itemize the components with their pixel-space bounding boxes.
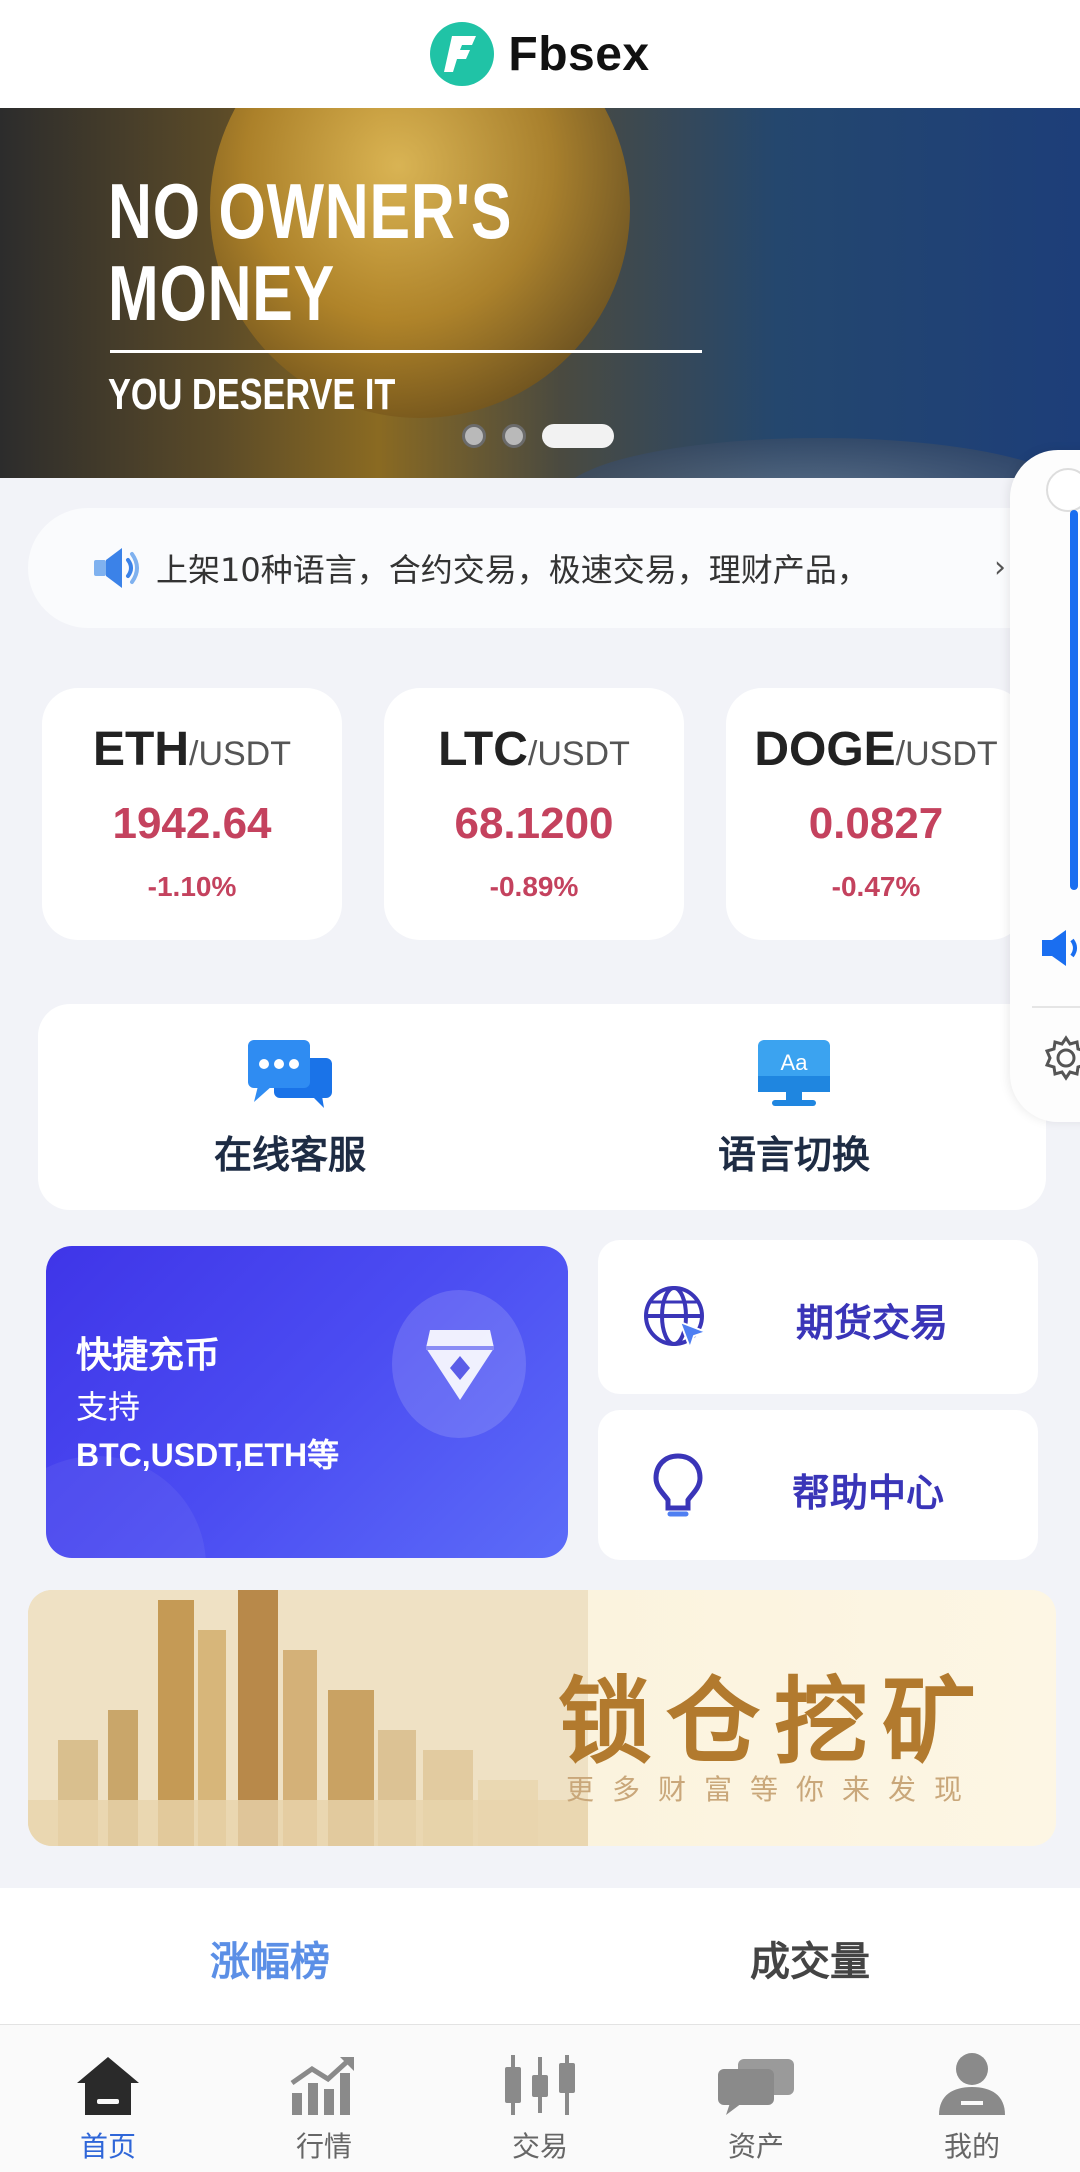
tab-volume[interactable]: 成交量 xyxy=(540,1888,1080,2028)
banner-divider xyxy=(110,350,702,353)
brand-name: Fbsex xyxy=(508,27,650,81)
gear-icon[interactable] xyxy=(1042,1034,1080,1082)
nav-profile-label: 我的 xyxy=(943,2130,1000,2163)
ranking-tabs: 涨幅榜 成交量 xyxy=(0,1888,1080,2028)
ticker-card-doge[interactable]: DOGE/USDT 0.0827 -0.47% xyxy=(726,688,1026,940)
language-switch-label: 语言切换 xyxy=(717,1133,870,1177)
mining-subtitle: 更多财富等你来发现 xyxy=(566,1773,981,1806)
volume-icon[interactable] xyxy=(1040,926,1080,970)
nav-trade-label: 交易 xyxy=(511,2130,568,2163)
nav-trade[interactable]: 交易 xyxy=(432,2025,648,2172)
lockup-mining-banner[interactable]: 锁仓挖矿 更多财富等你来发现 xyxy=(28,1590,1056,1846)
chevron-right-icon[interactable]: › xyxy=(994,550,1006,585)
candlestick-icon xyxy=(505,2055,575,2115)
carousel-dot-3[interactable] xyxy=(542,424,614,448)
help-center-label: 帮助中心 xyxy=(792,1471,945,1515)
home-page: Fbsex NO OWNER'S MONEY YOU DESERVE IT 上架… xyxy=(0,0,1080,2172)
promo-banner[interactable]: NO OWNER'S MONEY YOU DESERVE IT xyxy=(0,108,1080,478)
quick-deposit-card[interactable]: 快捷充币 支持 BTC,USDT,ETH等 xyxy=(46,1246,568,1558)
ticker-change: -0.89% xyxy=(489,871,579,902)
online-support-label: 在线客服 xyxy=(213,1133,366,1177)
ticker-base: DOGE xyxy=(754,723,896,776)
chat-bubble-icon xyxy=(248,1040,332,1108)
volume-slider-handle[interactable] xyxy=(1046,468,1080,512)
nav-market-label: 行情 xyxy=(295,2130,352,2163)
help-center-button[interactable]: 帮助中心 xyxy=(598,1410,1038,1560)
ticker-base: LTC xyxy=(438,723,528,776)
brand-logo-icon xyxy=(430,22,495,86)
nav-home-label: 首页 xyxy=(79,2130,136,2163)
speaker-icon xyxy=(94,548,139,588)
lightbulb-icon xyxy=(653,1453,703,1517)
ticker-card-ltc[interactable]: LTC/USDT 68.1200 -0.89% xyxy=(384,688,684,940)
ticker-price: 68.1200 xyxy=(454,799,614,848)
nav-assets[interactable]: 资产 xyxy=(648,2025,864,2172)
banner-subtitle: YOU DESERVE IT xyxy=(108,370,396,419)
nav-home[interactable]: 首页 xyxy=(0,2025,216,2172)
globe-cursor-icon xyxy=(644,1286,709,1351)
ticker-price: 0.0827 xyxy=(808,799,944,848)
home-icon xyxy=(77,2057,139,2115)
mining-title: 锁仓挖矿 xyxy=(558,1667,991,1777)
city-skyline-image xyxy=(28,1590,588,1846)
ticker-quote: /USDT xyxy=(189,735,291,773)
carousel-dot-1[interactable] xyxy=(462,424,486,448)
ticker-change: -1.10% xyxy=(147,871,237,902)
volume-side-panel[interactable] xyxy=(1010,450,1080,1122)
service-row: 在线客服 Aa 语言切换 xyxy=(38,1004,1046,1210)
carousel-indicator[interactable] xyxy=(462,424,614,448)
banner-title: NO OWNER'S MONEY xyxy=(108,167,513,337)
futures-trading-label: 期货交易 xyxy=(796,1301,949,1345)
chart-icon xyxy=(290,2057,354,2115)
ticker-base: ETH xyxy=(93,723,189,776)
quick-deposit-title: 快捷充币 xyxy=(76,1335,221,1376)
language-monitor-icon: Aa xyxy=(758,1040,830,1106)
volume-slider-track[interactable] xyxy=(1070,510,1078,890)
nav-market[interactable]: 行情 xyxy=(216,2025,432,2172)
svg-text:Aa: Aa xyxy=(781,1050,809,1075)
language-switch-button[interactable]: Aa 语言切换 xyxy=(584,1004,1004,1210)
quick-deposit-support: 支持 xyxy=(76,1388,141,1426)
bottom-navigation: 首页 行情 交易 资产 我的 xyxy=(0,2024,1080,2172)
announcement-bar[interactable]: 上架10种语言，合约交易，极速交易，理财产品， › xyxy=(28,508,1080,628)
nav-profile[interactable]: 我的 xyxy=(864,2025,1080,2172)
futures-trading-button[interactable]: 期货交易 xyxy=(598,1240,1038,1394)
chat-icon xyxy=(718,2059,794,2115)
quick-deposit-coins: BTC,USDT,ETH等 xyxy=(76,1437,340,1473)
ticker-price: 1942.64 xyxy=(112,799,272,848)
ticker-change: -0.47% xyxy=(831,871,921,902)
nav-assets-label: 资产 xyxy=(727,2130,784,2163)
tab-gainers[interactable]: 涨幅榜 xyxy=(0,1888,540,2028)
ticker-quote: /USDT xyxy=(527,735,630,773)
user-icon xyxy=(939,2053,1005,2115)
ticker-quote: /USDT xyxy=(895,735,998,773)
top-header: Fbsex xyxy=(0,0,1080,108)
ticker-card-eth[interactable]: ETH/USDT 1942.64 -1.10% xyxy=(42,688,342,940)
carousel-dot-2[interactable] xyxy=(502,424,526,448)
online-support-button[interactable]: 在线客服 xyxy=(80,1004,500,1210)
announcement-text: 上架10种语言，合约交易，极速交易，理财产品， xyxy=(156,551,869,589)
diamond-badge-icon xyxy=(426,1330,494,1400)
